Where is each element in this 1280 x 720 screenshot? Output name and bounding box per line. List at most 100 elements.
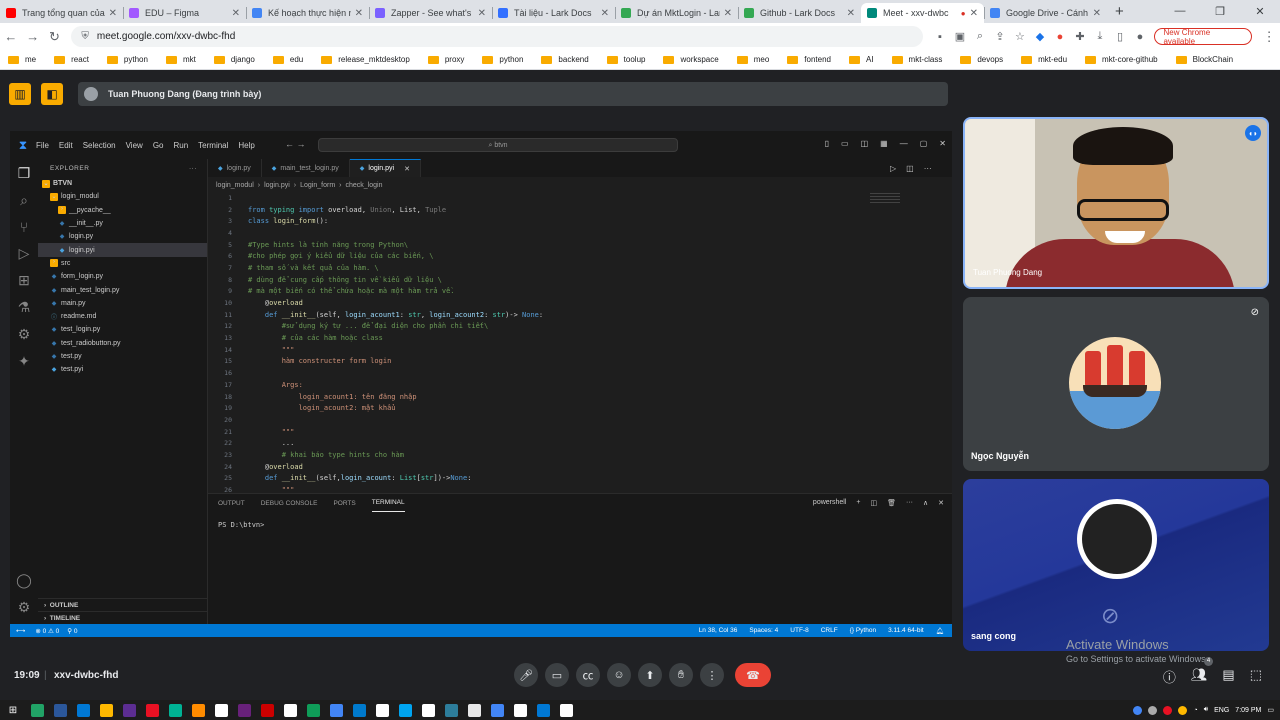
menu-item-edit[interactable]: Edit: [59, 141, 73, 150]
bookmark-folder[interactable]: python: [106, 55, 148, 64]
notifications-icon[interactable]: ▭: [1267, 706, 1274, 714]
status-item[interactable]: Spaces: 4: [749, 627, 778, 635]
vscode-nav-arrows-icon[interactable]: ← →: [285, 139, 306, 149]
close-tab-icon[interactable]: ✕: [109, 8, 117, 19]
close-tab-icon[interactable]: ✕: [1093, 8, 1101, 19]
taskbar-app-icon[interactable]: [307, 703, 320, 717]
back-icon[interactable]: ←: [0, 29, 22, 44]
tray-app-icon[interactable]: [1163, 705, 1173, 715]
close-tab-icon[interactable]: ✕: [404, 165, 410, 173]
bookmark-folder[interactable]: toolup: [606, 55, 645, 64]
maximize-panel-icon[interactable]: ∧: [923, 499, 928, 507]
terminal-shell-label[interactable]: powershell: [813, 499, 846, 507]
zoom-icon[interactable]: ⌕: [973, 30, 986, 43]
bookmark-folder[interactable]: release_mktdesktop: [321, 55, 410, 64]
new-chrome-button[interactable]: New Chrome available: [1154, 28, 1253, 46]
taskbar-app-icon[interactable]: [330, 703, 343, 717]
leave-call-button[interactable]: ☎: [735, 663, 771, 687]
panel-tab-debug-console[interactable]: DEBUG CONSOLE: [261, 494, 318, 512]
taskbar-clock[interactable]: 7:09 PM: [1235, 707, 1261, 714]
taskbar-app-icon[interactable]: [537, 703, 550, 717]
close-tab-icon[interactable]: ✕: [724, 8, 732, 19]
browser-tab[interactable]: Meet - xxv-dwbc ● ✕: [861, 3, 984, 23]
layout-icon[interactable]: ▯: [825, 139, 829, 148]
close-tab-icon[interactable]: ✕: [601, 8, 609, 19]
captions-icon[interactable]: ㏄: [576, 663, 600, 687]
taskbar-app-icon[interactable]: [353, 703, 366, 717]
file-tree-item[interactable]: ◆ test_login.py: [38, 323, 207, 336]
bookmark-folder[interactable]: backend: [541, 55, 589, 64]
bookmark-folder[interactable]: python: [482, 55, 523, 64]
taskbar-app-icon[interactable]: [100, 703, 113, 717]
taskbar-app-icon[interactable]: [123, 703, 136, 717]
url-input[interactable]: ⛨ meet.google.com/xxv-dwbc-fhd: [71, 26, 924, 47]
file-tree-item[interactable]: ◆ __init__.py: [38, 217, 207, 230]
presentation-icon[interactable]: ▥: [9, 83, 31, 105]
taskbar-app-icon[interactable]: [31, 703, 44, 717]
people-icon[interactable]: 👥︎: [1191, 667, 1208, 686]
breadcrumb-item[interactable]: login_modul: [216, 182, 254, 189]
file-tree-item[interactable]: ⓘ readme.md: [38, 310, 207, 323]
wifi-icon[interactable]: ◔: [1193, 707, 1197, 714]
tray-app-icon[interactable]: [1148, 705, 1158, 715]
bookmark-folder[interactable]: mkt-class: [891, 55, 942, 64]
testing-icon[interactable]: ⚗: [18, 299, 31, 316]
taskbar-app-icon[interactable]: [376, 703, 389, 717]
restore-icon[interactable]: ❐: [1200, 5, 1240, 18]
raise-hand-icon[interactable]: ✋︎: [669, 663, 693, 687]
terminal[interactable]: PS D:\btvn>: [208, 512, 952, 529]
camera-icon[interactable]: ▭: [545, 663, 569, 687]
mic-icon[interactable]: 🎤︎: [514, 663, 538, 687]
bookmark-folder[interactable]: AI: [848, 55, 874, 64]
taskbar-app-icon[interactable]: [146, 703, 159, 717]
close-tab-icon[interactable]: ✕: [847, 8, 855, 19]
minimap[interactable]: [870, 193, 900, 205]
participant-tile[interactable]: ⊘ sang cong: [963, 479, 1269, 651]
menu-item-help[interactable]: Help: [238, 141, 254, 150]
menu-item-run[interactable]: Run: [173, 141, 188, 150]
present-screen-icon[interactable]: ⬆: [638, 663, 662, 687]
taskbar-app-icon[interactable]: [215, 703, 228, 717]
vscode-command-search[interactable]: ⌕ btvn: [318, 138, 678, 152]
more-options-icon[interactable]: ⋮: [700, 663, 724, 687]
taskbar-app-icon[interactable]: [192, 703, 205, 717]
reload-icon[interactable]: ↻: [44, 29, 66, 45]
download-icon[interactable]: ⤓: [1093, 30, 1106, 43]
editor-tab[interactable]: ◆ login.pyi ✕: [349, 159, 421, 177]
account-icon[interactable]: ◯: [16, 572, 32, 589]
file-tree-item[interactable]: › src: [38, 257, 207, 270]
source-control-icon[interactable]: ⑂: [20, 219, 28, 235]
pin-icon[interactable]: ✦: [18, 353, 30, 370]
browser-tab[interactable]: Dự án MktLogin - Lar ✕: [615, 3, 738, 23]
meeting-info-icon[interactable]: ⓘ: [1163, 667, 1176, 686]
browser-tab[interactable]: EDU – Figma ✕: [123, 3, 246, 23]
notifications-bell-icon[interactable]: 🔔︎: [936, 627, 944, 635]
bookmark-folder[interactable]: edu: [272, 55, 303, 64]
close-icon[interactable]: ✕: [939, 139, 946, 148]
taskbar-app-icon[interactable]: [491, 703, 504, 717]
extensions-puzzle-icon[interactable]: ✚: [1073, 30, 1086, 43]
pip-icon[interactable]: ◧: [41, 83, 63, 105]
search-icon[interactable]: ⌕: [20, 192, 28, 209]
tray-app-icon[interactable]: [1178, 705, 1188, 715]
panel-tab-terminal[interactable]: TERMINAL: [371, 494, 405, 512]
bookmark-folder[interactable]: django: [213, 55, 255, 64]
browser-tab[interactable]: Google Drive - Cánh c ✕: [984, 3, 1107, 23]
status-item[interactable]: UTF-8: [790, 627, 808, 635]
tray-app-icon[interactable]: [1133, 705, 1143, 715]
close-panel-icon[interactable]: ✕: [938, 499, 944, 507]
taskbar-app-icon[interactable]: [399, 703, 412, 717]
close-icon[interactable]: ✕: [1240, 5, 1280, 18]
more-icon[interactable]: ···: [924, 164, 932, 173]
chrome-menu-icon[interactable]: ⋮: [1258, 29, 1280, 45]
close-tab-icon[interactable]: ✕: [970, 8, 978, 19]
explorer-icon[interactable]: ❐: [18, 165, 31, 182]
bookmark-folder[interactable]: workspace: [663, 55, 719, 64]
bookmark-folder[interactable]: mkt-core-github: [1085, 55, 1158, 64]
menu-item-selection[interactable]: Selection: [83, 141, 116, 150]
share-icon[interactable]: ⇪: [993, 30, 1006, 43]
file-tree-item[interactable]: ◆ main_test_login.py: [38, 283, 207, 296]
status-item[interactable]: 3.11.4 64-bit: [888, 627, 924, 635]
taskbar-app-icon[interactable]: [261, 703, 274, 717]
close-tab-icon[interactable]: ✕: [232, 8, 240, 19]
